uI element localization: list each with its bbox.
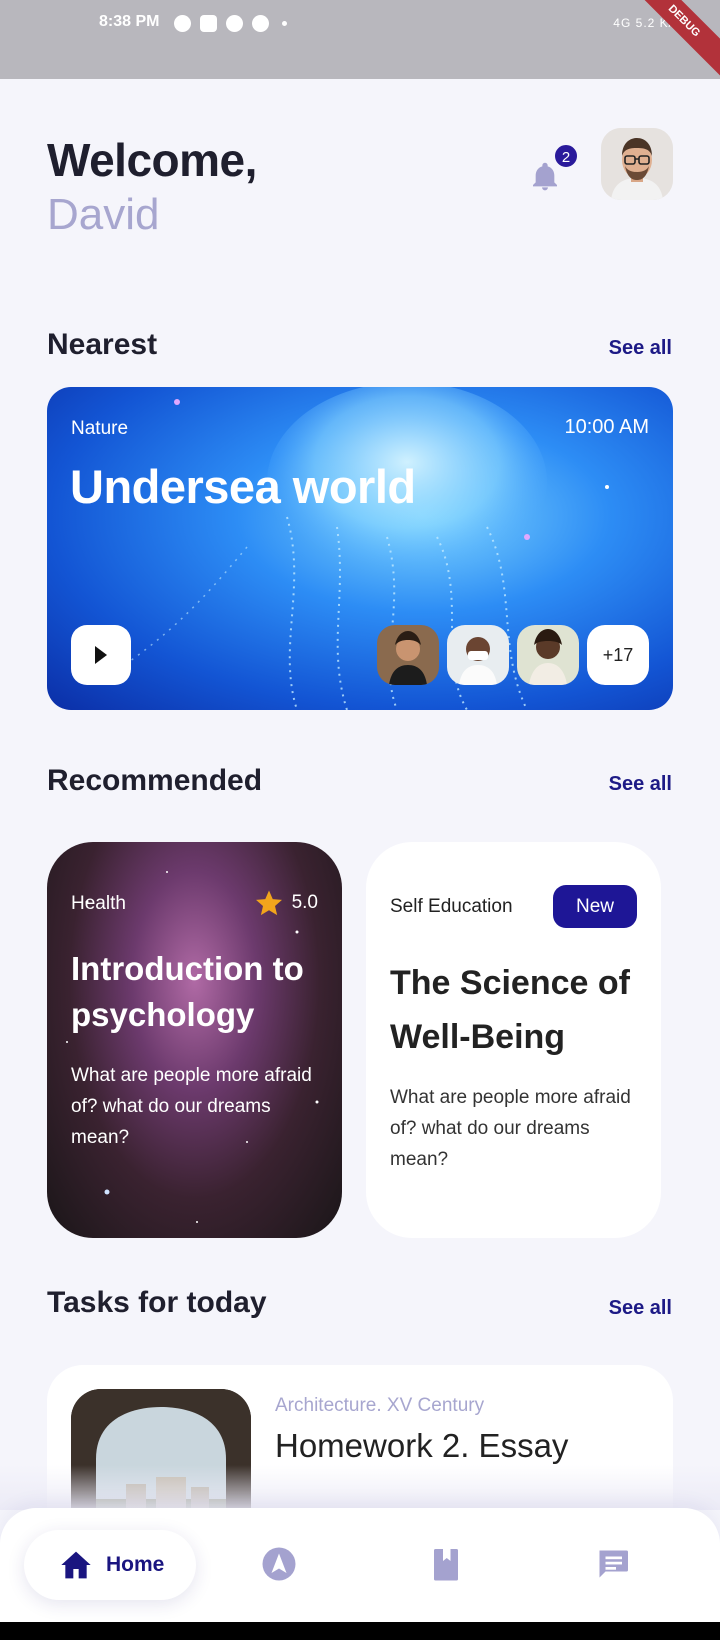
telegram-notification-icon <box>226 15 243 32</box>
recommended-course-card[interactable]: Self Education New The Science of Well-B… <box>366 842 661 1238</box>
user-avatar[interactable] <box>601 128 673 200</box>
user-name: David <box>47 190 160 239</box>
participant-avatar <box>447 625 509 685</box>
scroll-fade-overlay <box>0 1465 720 1510</box>
nav-home-tab[interactable]: Home <box>24 1530 196 1600</box>
more-participants-count: +17 <box>587 625 649 685</box>
course-rating: 5.0 <box>254 888 318 918</box>
participant-avatar <box>517 625 579 685</box>
home-icon <box>61 1551 91 1579</box>
greeting-text: Welcome, <box>47 134 257 186</box>
event-time: 10:00 AM <box>564 416 649 438</box>
telegram-notification-icon-2 <box>252 15 269 32</box>
course-description: What are people more afraid of? what do … <box>71 1065 312 1148</box>
course-title: The Science of Well-Being <box>390 964 630 1056</box>
event-category: Nature <box>71 418 129 439</box>
nav-home-label: Home <box>106 1553 165 1576</box>
star-icon <box>255 890 282 916</box>
participant-avatar <box>377 625 439 685</box>
chat-icon[interactable] <box>595 1546 631 1582</box>
tasks-see-all-link[interactable]: See all <box>609 1297 672 1320</box>
more-notifications-dot <box>282 21 287 26</box>
event-title: Undersea world <box>70 460 416 513</box>
notification-badge: 2 <box>553 143 579 169</box>
debug-banner: DEBUG <box>625 0 720 80</box>
nearest-event-card[interactable]: Nature 10:00 AM Undersea world +17 <box>47 387 673 710</box>
task-subject: Architecture. XV Century <box>275 1395 485 1416</box>
new-badge: New <box>553 885 637 928</box>
news-notification-icon <box>200 15 217 32</box>
course-category: Self Education <box>390 896 513 917</box>
status-notification-icons <box>174 15 287 32</box>
course-category: Health <box>71 893 126 914</box>
play-button[interactable] <box>71 625 131 685</box>
task-title: Homework 2. Essay <box>275 1427 569 1464</box>
explore-icon[interactable] <box>261 1546 297 1582</box>
play-icon <box>95 646 107 664</box>
course-title: Introduction to psychology <box>71 950 304 1033</box>
nearest-section-title: Nearest <box>47 328 158 361</box>
recommended-course-card[interactable]: Health 5.0 Introduction to psychology Wh… <box>47 842 342 1238</box>
play-notification-icon <box>174 15 191 32</box>
book-icon[interactable] <box>428 1546 464 1582</box>
nearest-see-all-link[interactable]: See all <box>609 337 672 360</box>
participants-group[interactable]: +17 <box>377 625 649 685</box>
system-navigation-bar <box>0 1622 720 1640</box>
tasks-section-title: Tasks for today <box>47 1286 267 1319</box>
rating-value: 5.0 <box>291 892 318 913</box>
recommended-section-title: Recommended <box>47 764 263 797</box>
course-description: What are people more afraid of? what do … <box>390 1087 631 1170</box>
recommended-see-all-link[interactable]: See all <box>609 773 672 796</box>
bottom-navigation-bar: Home <box>0 1508 720 1622</box>
status-bar: 8:38 PM 4G 5.2 K/s DEBUG <box>0 0 720 80</box>
status-time: 8:38 PM <box>99 13 160 30</box>
